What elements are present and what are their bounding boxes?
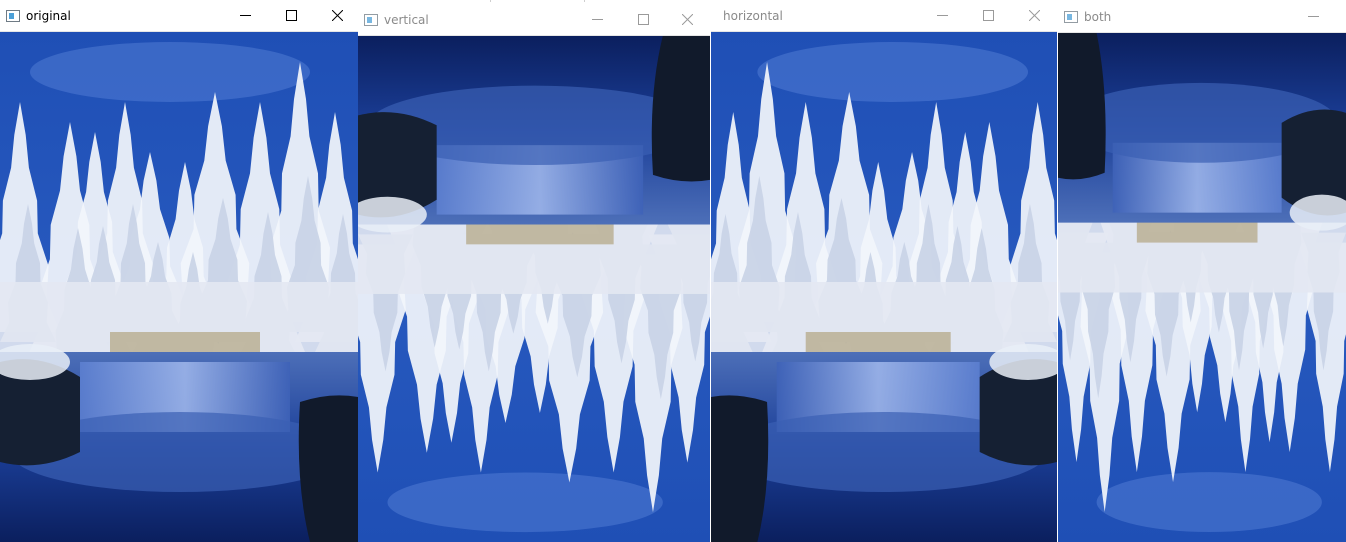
close-icon xyxy=(331,10,343,21)
window-both[interactable]: both xyxy=(1058,1,1346,542)
maximize-icon xyxy=(285,10,297,21)
window-title: original xyxy=(26,8,71,23)
title-bar[interactable]: original xyxy=(0,0,358,32)
minimize-button[interactable] xyxy=(919,0,965,31)
app-window-icon xyxy=(364,13,378,26)
close-button[interactable] xyxy=(314,0,358,31)
minimize-button[interactable] xyxy=(222,0,268,31)
close-button[interactable] xyxy=(664,4,710,35)
window-title: both xyxy=(1084,9,1112,24)
minimize-icon xyxy=(936,15,948,16)
image-canvas xyxy=(711,32,1057,542)
minimize-button[interactable] xyxy=(1290,1,1336,32)
maximize-button[interactable] xyxy=(620,4,666,35)
minimize-button[interactable] xyxy=(574,4,620,35)
window-vertical[interactable]: vertical xyxy=(358,4,710,542)
winter-waterfall-image-flipped-both xyxy=(1058,33,1346,542)
winter-waterfall-image-flipped-horizontal xyxy=(711,32,1057,542)
minimize-icon xyxy=(239,15,251,16)
window-title: vertical xyxy=(384,12,429,27)
close-icon xyxy=(1028,10,1040,21)
title-bar[interactable]: horizontal xyxy=(711,0,1057,32)
image-canvas xyxy=(358,36,710,542)
window-title: horizontal xyxy=(723,8,783,23)
maximize-button[interactable] xyxy=(268,0,314,31)
app-window-icon xyxy=(6,9,20,22)
title-bar[interactable]: vertical xyxy=(358,4,710,36)
title-bar[interactable]: both xyxy=(1058,1,1346,33)
window-edge xyxy=(490,0,491,2)
maximize-button[interactable] xyxy=(965,0,1011,31)
close-button[interactable] xyxy=(1011,0,1057,31)
minimize-icon xyxy=(1307,16,1319,17)
app-window-icon xyxy=(1064,10,1078,23)
window-edge xyxy=(584,0,585,2)
winter-waterfall-image xyxy=(0,32,358,542)
maximize-icon xyxy=(982,10,994,21)
minimize-icon xyxy=(591,19,603,20)
image-canvas xyxy=(1058,33,1346,542)
window-original[interactable]: original xyxy=(0,0,358,542)
maximize-icon xyxy=(637,14,649,25)
close-icon xyxy=(681,14,693,25)
window-horizontal[interactable]: horizontal xyxy=(711,0,1057,542)
winter-waterfall-image-flipped-vertical xyxy=(358,36,710,542)
image-canvas xyxy=(0,32,358,542)
